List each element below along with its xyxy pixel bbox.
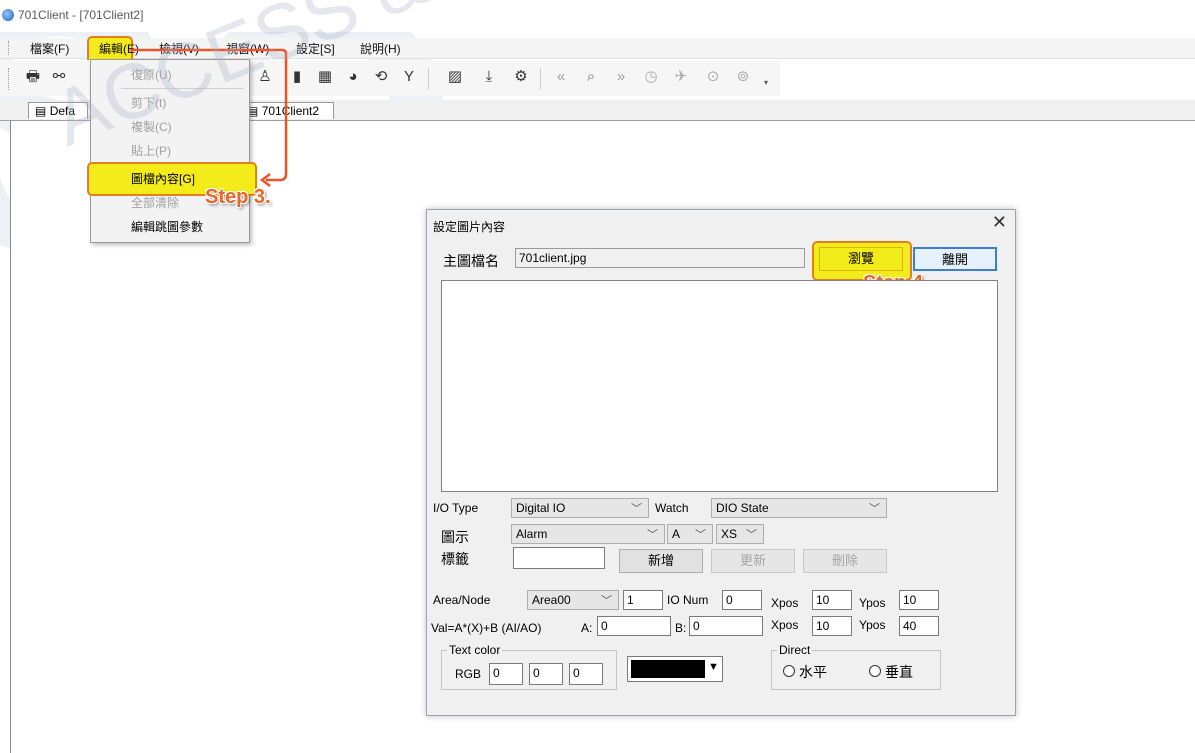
xpos2-input[interactable]: 10 xyxy=(812,616,852,636)
app-icon xyxy=(2,9,14,21)
menu-file[interactable]: 檔案(F) xyxy=(28,40,71,57)
color-picker[interactable]: ▼ xyxy=(627,656,723,682)
filter-icon[interactable]: Y xyxy=(400,68,418,86)
io-num-input[interactable]: 0 xyxy=(722,590,762,610)
main-file-field[interactable]: 701client.jpg xyxy=(515,248,805,268)
tag-input[interactable] xyxy=(513,547,605,569)
set-image-content-dialog: 設定圖片內容 ✕ 主圖檔名 701client.jpg 瀏覽 離開 Step 4… xyxy=(426,209,1016,716)
chart-icon[interactable]: ◕ xyxy=(344,68,362,86)
device-icon[interactable]: ▮ xyxy=(288,68,306,86)
menubar-grip xyxy=(8,41,11,55)
ypos2-input[interactable]: 40 xyxy=(899,616,939,636)
print-icon[interactable]: 🖶 xyxy=(24,68,42,86)
image-item-list[interactable] xyxy=(441,280,998,492)
menu-item-clear-all[interactable]: 全部清除 xyxy=(131,194,179,211)
horizontal-radio[interactable] xyxy=(783,665,795,677)
xpos-label: Xpos xyxy=(771,596,799,610)
direct-label: Direct xyxy=(777,643,813,657)
chevron-down-icon: ﹀ xyxy=(601,595,612,607)
icon-size-select[interactable]: XS ﹀ xyxy=(716,524,764,544)
chevron-down-icon: ﹀ xyxy=(695,529,706,541)
area-select[interactable]: Area00 ﹀ xyxy=(527,590,619,610)
table-icon[interactable]: ▦ xyxy=(316,68,334,86)
toolbar-grip xyxy=(8,68,11,90)
toolbar-separator xyxy=(428,68,429,90)
stop-icon[interactable]: ⊚ xyxy=(734,68,752,86)
text-color-label: Text color xyxy=(447,643,503,657)
b-input[interactable]: 0 xyxy=(689,616,763,636)
gear-icon[interactable]: ⚙ xyxy=(512,68,530,86)
io-type-select[interactable]: Digital IO ﹀ xyxy=(511,498,649,518)
document-icon: ▤ xyxy=(35,104,47,118)
rgb-label: RGB xyxy=(455,667,482,681)
tab-default-label: Defa xyxy=(49,104,76,118)
toolbar-separator xyxy=(540,68,541,90)
node-input[interactable]: 1 xyxy=(623,590,663,610)
io-type-label: I/O Type xyxy=(433,501,479,515)
icon-label: 圖示 xyxy=(441,529,469,545)
browse-button[interactable]: 瀏覽 xyxy=(819,247,903,271)
a-input[interactable]: 0 xyxy=(597,616,671,636)
leave-button[interactable]: 離開 xyxy=(913,247,997,271)
menu-settings[interactable]: 設定[S] xyxy=(294,40,337,57)
history-icon[interactable]: ◷ xyxy=(642,68,660,86)
b-rgb-input[interactable]: 0 xyxy=(569,663,603,685)
watch-value: DIO State xyxy=(716,501,769,515)
close-icon[interactable]: ✕ xyxy=(992,212,1007,233)
a-label: A: xyxy=(581,621,593,635)
horizontal-label: 水平 xyxy=(799,664,827,680)
menu-help[interactable]: 說明(H) xyxy=(358,40,403,57)
step3-label: Step 3. xyxy=(205,186,271,208)
vertical-radio[interactable] xyxy=(869,665,881,677)
dialog-title: 設定圖片內容 xyxy=(433,220,506,234)
toolbar-overflow-icon[interactable]: ▾ xyxy=(764,78,768,87)
chevron-down-icon: ▼ xyxy=(708,661,719,673)
icon-select[interactable]: Alarm ﹀ xyxy=(511,524,665,544)
zoom-icon[interactable]: ⌕ xyxy=(582,68,600,86)
update-button[interactable]: 更新 xyxy=(711,549,795,573)
add-button[interactable]: 新增 xyxy=(619,549,703,573)
title-bar: 701Client - [701Client2] xyxy=(0,0,1195,32)
tag-label: 標籤 xyxy=(441,551,469,567)
icon-a-value: A xyxy=(672,527,681,541)
val-formula-label: Val=A*(X)+B (AI/AO) xyxy=(431,621,542,635)
ypos-label: Ypos xyxy=(859,596,886,610)
rewind-icon[interactable]: « xyxy=(552,68,570,86)
window-title: 701Client - [701Client2] xyxy=(18,8,144,22)
xpos-label: Xpos xyxy=(771,618,799,632)
icon-value: Alarm xyxy=(516,527,548,541)
tab-default[interactable]: ▤ Defa xyxy=(28,102,88,119)
clock-icon[interactable]: ⟲ xyxy=(372,68,390,86)
ypos-input[interactable]: 10 xyxy=(899,590,939,610)
area-node-label: Area/Node xyxy=(433,593,491,607)
chevron-down-icon: ﹀ xyxy=(869,503,880,515)
r-input[interactable]: 0 xyxy=(489,663,523,685)
color-swatch xyxy=(631,660,705,678)
chevron-down-icon: ﹀ xyxy=(631,503,642,515)
ypos-label: Ypos xyxy=(859,618,886,632)
area-value: Area00 xyxy=(532,593,571,607)
main-file-label: 主圖檔名 xyxy=(443,253,499,269)
watch-select[interactable]: DIO State ﹀ xyxy=(711,498,887,518)
xpos-input[interactable]: 10 xyxy=(812,590,852,610)
io-type-value: Digital IO xyxy=(516,501,566,515)
g-input[interactable]: 0 xyxy=(529,663,563,685)
b-label: B: xyxy=(675,621,687,635)
io-num-label: IO Num xyxy=(667,593,709,607)
play-icon[interactable]: ⊙ xyxy=(704,68,722,86)
connect-icon[interactable]: ⚯ xyxy=(50,68,68,86)
watch-label: Watch xyxy=(655,501,689,515)
icon-a-select[interactable]: A ﹀ xyxy=(667,524,713,544)
forward-icon[interactable]: » xyxy=(612,68,630,86)
image-icon[interactable]: ▨ xyxy=(446,68,464,86)
pin-icon[interactable]: ✈ xyxy=(672,68,690,86)
icon-size-value: XS xyxy=(721,527,738,541)
chevron-down-icon: ﹀ xyxy=(746,529,757,541)
menu-item-edit-jump-params[interactable]: 編輯跳圖參數 xyxy=(131,218,203,235)
delete-button[interactable]: 刪除 xyxy=(803,549,887,573)
download-icon[interactable]: ⤓ xyxy=(480,68,498,86)
chevron-down-icon: ﹀ xyxy=(647,529,658,541)
step3-connector-arrow xyxy=(130,48,288,187)
vertical-label: 垂直 xyxy=(885,664,913,680)
